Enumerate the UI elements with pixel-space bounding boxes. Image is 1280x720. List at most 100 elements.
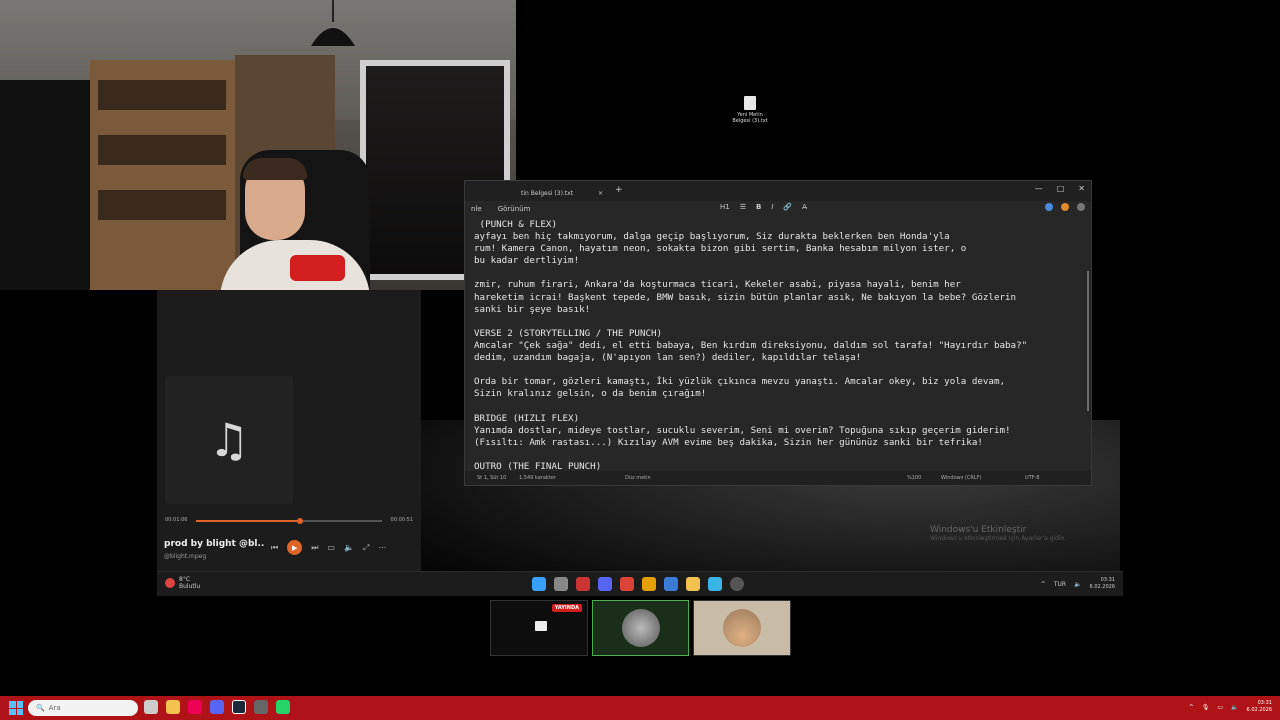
- tab-close-icon[interactable]: ×: [598, 190, 603, 197]
- weather-widget[interactable]: 8°C Bulutlu: [165, 576, 200, 590]
- more-options-icon[interactable]: ⋯: [378, 543, 386, 552]
- microphone-icon[interactable]: 🎙: [1202, 704, 1210, 711]
- participant-avatar-1: [621, 609, 660, 647]
- file-explorer-icon[interactable]: [686, 577, 700, 591]
- seek-fill: [196, 520, 301, 522]
- stream-thumbnail[interactable]: YAYINDA: [490, 600, 588, 656]
- clock-date: 6.02.2026: [1246, 707, 1272, 713]
- copilot-icon[interactable]: [1045, 203, 1053, 211]
- tray-chevron-icon[interactable]: ^: [1041, 581, 1046, 588]
- captured-taskbar: 8°C Bulutlu ^ TUR 🔈 03:31 6.02.2026: [157, 571, 1123, 596]
- status-eol: Windows (CRLF): [941, 475, 982, 481]
- clear-format-icon[interactable]: A̶: [802, 203, 807, 211]
- text-line: (Fısıltı: Amk rastası...) Kızılay AVM ev…: [474, 436, 983, 448]
- play-button[interactable]: ▶: [287, 540, 303, 555]
- italic-button[interactable]: I: [771, 203, 773, 211]
- discord-icon[interactable]: [210, 700, 224, 714]
- captured-clock[interactable]: 03:31 6.02.2026: [1090, 577, 1115, 591]
- text-line: [474, 400, 1080, 412]
- discord-icon[interactable]: [598, 577, 612, 591]
- desktop-file-label: Yeni Metin Belgesi (3).txt: [732, 112, 768, 124]
- notepad-text-area[interactable]: (PUNCH & FLEX) ayfayı ben hiç takmıyorum,…: [474, 219, 1080, 473]
- steam-icon[interactable]: [232, 700, 246, 714]
- clock[interactable]: 03:31 6.02.2026: [1247, 700, 1272, 714]
- text-file-icon: [744, 96, 756, 110]
- captured-time: 03:31: [1100, 577, 1115, 583]
- text-line: zmir, ruhum firari, Ankara'da koşturmaca…: [474, 279, 961, 291]
- participant-thumbnail-2[interactable]: [693, 600, 791, 656]
- tray-chevron-icon[interactable]: ^: [1189, 704, 1194, 711]
- miniplayer-icon[interactable]: ▭: [327, 543, 335, 552]
- text-line: [474, 316, 1080, 328]
- text-line: ayfayı ben hiç takmıyorum, dalga geçip b…: [474, 231, 950, 243]
- link-icon[interactable]: 🔗: [783, 203, 792, 211]
- notepad-statusbar: St 1, Süt 10 1.549 karakter Düz metin %1…: [465, 471, 1091, 485]
- settings-gear-icon[interactable]: [1077, 203, 1085, 211]
- windows-start-icon[interactable]: [9, 701, 23, 715]
- seek-track[interactable]: [196, 518, 382, 524]
- notepad-maximize-button[interactable]: □: [1057, 184, 1065, 193]
- new-tab-button[interactable]: +: [615, 185, 623, 195]
- notepad-tab[interactable]: tin Belgesi (3).txt ×: [517, 185, 607, 201]
- text-line: sanki bir şeye basık!: [474, 303, 591, 315]
- whatsapp-icon[interactable]: [276, 700, 290, 714]
- text-line: Sizin kralınız gelsin, o da benim çırağı…: [474, 388, 707, 400]
- menu-edit[interactable]: nle: [471, 205, 482, 213]
- search-icon[interactable]: [554, 577, 568, 591]
- volume-tray-icon[interactable]: 🔈: [1074, 581, 1081, 588]
- volume-icon[interactable]: 🔈: [344, 543, 354, 552]
- file-explorer-icon[interactable]: [166, 700, 180, 714]
- taskbar-search[interactable]: 🔍 Ara: [28, 700, 138, 716]
- settings-gear-icon[interactable]: [144, 700, 158, 714]
- list-icon[interactable]: ☰: [740, 203, 746, 211]
- menu-view[interactable]: Görünüm: [498, 205, 531, 213]
- desktop-file-icon[interactable]: Yeni Metin Belgesi (3).txt: [728, 96, 772, 124]
- notepad-close-button[interactable]: ✕: [1078, 184, 1085, 193]
- webcam-monitor-edge: [0, 80, 90, 290]
- app-icon-2[interactable]: [664, 577, 678, 591]
- text-line: rum! Kamera Canon, hayatım neon, sokakta…: [474, 243, 967, 255]
- fullscreen-icon[interactable]: ⤢: [363, 543, 369, 553]
- live-badge: YAYINDA: [551, 604, 582, 612]
- media-player-icon[interactable]: [730, 577, 744, 591]
- language-indicator[interactable]: TUR: [1054, 581, 1066, 588]
- app-icon[interactable]: [642, 577, 656, 591]
- search-placeholder: Ara: [48, 704, 61, 712]
- webcam-shelf: [90, 60, 235, 290]
- app-icon[interactable]: [188, 700, 202, 714]
- webcam-feed: [0, 0, 516, 290]
- next-icon[interactable]: ⏭: [311, 543, 318, 553]
- screen-icon: [535, 621, 547, 631]
- total-time: 00:00:51: [390, 517, 413, 523]
- heading-select[interactable]: H1: [720, 203, 730, 211]
- seek-handle[interactable]: [297, 518, 304, 524]
- start-icon[interactable]: [532, 577, 546, 591]
- text-line: [474, 364, 1080, 376]
- music-player: ♫ 00:01:06 00:00:51 prod by blight @bl..…: [157, 290, 421, 571]
- status-encoding: UTF-8: [1025, 475, 1040, 481]
- format-toolbar: H1 ☰ B I 🔗 A̶: [720, 203, 807, 211]
- tab-title: tin Belgesi (3).txt: [521, 189, 574, 197]
- network-icon[interactable]: ▭: [1217, 704, 1223, 711]
- participant-thumbnail-1[interactable]: [592, 600, 689, 656]
- text-line: [474, 449, 1080, 461]
- bold-button[interactable]: B: [756, 203, 761, 211]
- account-icon[interactable]: [1061, 203, 1069, 211]
- text-line: VERSE 2 (STORYTELLING / THE PUNCH): [474, 327, 663, 339]
- play-icon: ▶: [292, 543, 298, 552]
- captured-system-tray: ^ TUR 🔈 03:31 6.02.2026: [1041, 577, 1115, 591]
- notepad-app-icon[interactable]: [708, 577, 722, 591]
- notepad-minimize-button[interactable]: —: [1035, 184, 1043, 193]
- notepad-titlebar: tin Belgesi (3).txt × + — □ ✕: [465, 181, 1091, 201]
- previous-icon[interactable]: ⏮: [271, 543, 278, 553]
- notepad-scrollbar[interactable]: [1087, 271, 1089, 411]
- chrome-icon[interactable]: [620, 577, 634, 591]
- taskbar: 🔍 Ara ^ 🎙 ▭ 🔈 03:31 6.02.2026: [0, 696, 1280, 720]
- captured-taskbar-apps: [532, 577, 744, 591]
- clock-time: 03:31: [1257, 700, 1272, 706]
- volume-icon[interactable]: 🔈: [1231, 704, 1238, 711]
- elapsed-time: 00:01:06: [165, 517, 188, 523]
- text-line: bu kadar dertliyim!: [474, 255, 580, 267]
- app-icon-2[interactable]: [254, 700, 268, 714]
- calendar-app-icon[interactable]: [576, 577, 590, 591]
